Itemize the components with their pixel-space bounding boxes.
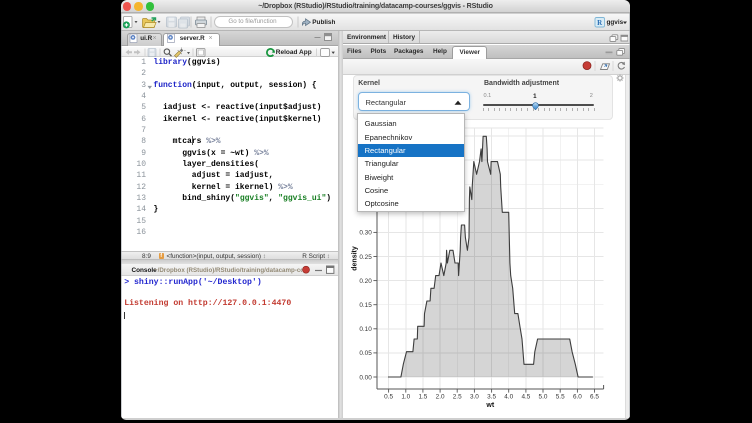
svg-text:3.5: 3.5 <box>487 394 496 401</box>
svg-text:4.5: 4.5 <box>521 394 530 401</box>
svg-text:0.20: 0.20 <box>359 278 372 285</box>
svg-text:0.25: 0.25 <box>359 254 372 261</box>
svg-text:2.0: 2.0 <box>436 394 445 401</box>
svg-text:3.0: 3.0 <box>470 394 479 401</box>
svg-text:0.10: 0.10 <box>359 326 372 333</box>
svg-text:wt: wt <box>485 402 494 409</box>
svg-text:4.0: 4.0 <box>504 394 513 401</box>
svg-text:0.05: 0.05 <box>359 350 372 357</box>
svg-text:1.0: 1.0 <box>401 394 410 401</box>
svg-text:0.5: 0.5 <box>384 394 393 401</box>
svg-text:2.5: 2.5 <box>453 394 462 401</box>
svg-text:0.30: 0.30 <box>359 230 372 237</box>
svg-text:5.5: 5.5 <box>556 394 565 401</box>
svg-text:6.5: 6.5 <box>590 394 599 401</box>
svg-text:5.0: 5.0 <box>539 394 548 401</box>
svg-text:0.00: 0.00 <box>359 374 372 381</box>
svg-text:density: density <box>352 246 359 271</box>
svg-text:0.15: 0.15 <box>359 302 372 309</box>
svg-text:1.5: 1.5 <box>418 394 427 401</box>
svg-text:6.0: 6.0 <box>573 394 582 401</box>
